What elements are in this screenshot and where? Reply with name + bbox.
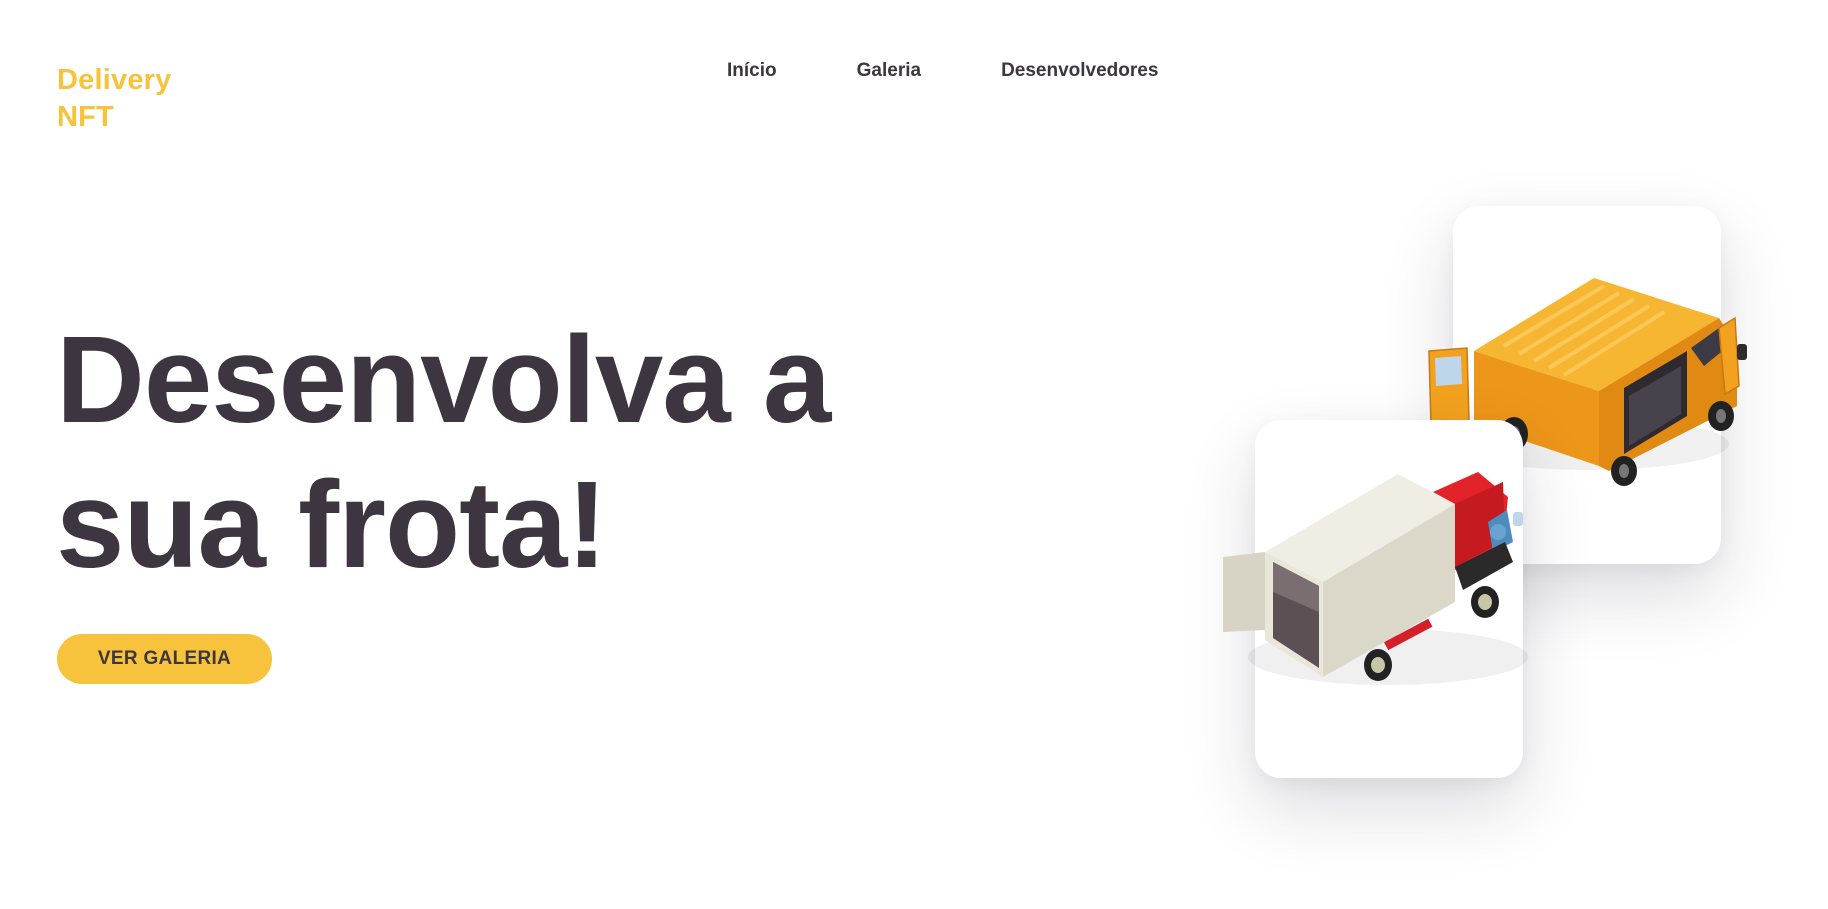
landing-page: Delivery NFT Início Galeria Desenvolvedo… [0,0,1828,909]
ver-galeria-button[interactable]: VER GALERIA [57,634,272,684]
nav-item-galeria[interactable]: Galeria [857,60,921,82]
hero-title-line-1: Desenvolva a [56,312,831,449]
hero-title: Desenvolva a sua frota! [56,308,831,598]
brand-line-2: NFT [57,101,114,133]
brand-logo[interactable]: Delivery NFT [57,62,171,136]
truck-icon [1223,472,1528,685]
main-nav: Início Galeria Desenvolvedores [727,60,1158,82]
truck-card[interactable] [1223,420,1528,778]
nav-item-desenvolvedores[interactable]: Desenvolvedores [1001,60,1158,82]
hero-title-line-2: sua frota! [56,457,607,594]
nav-item-inicio[interactable]: Início [727,60,777,82]
brand-line-1: Delivery [57,64,172,96]
